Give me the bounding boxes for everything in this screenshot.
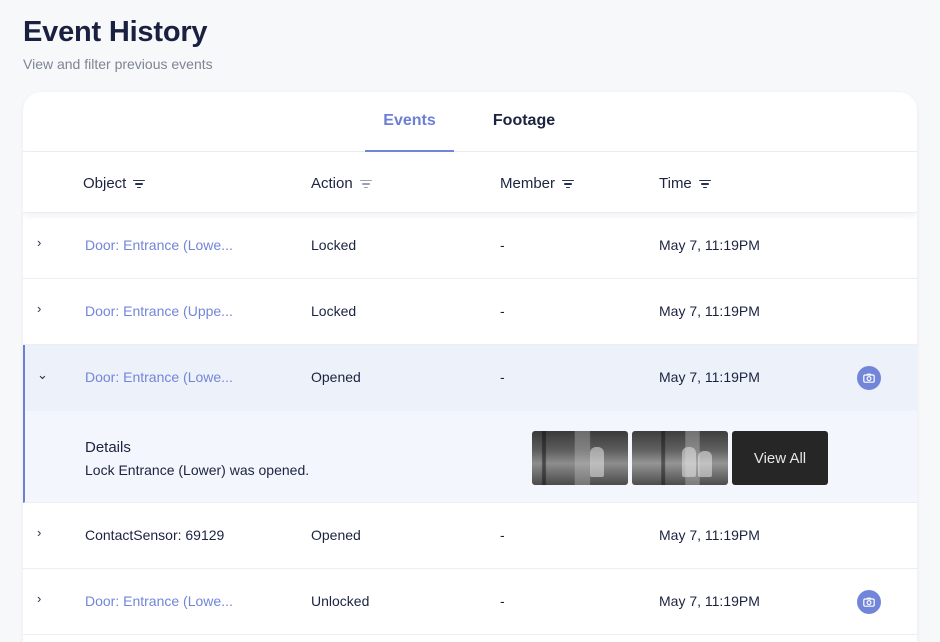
- camera-icon: [863, 373, 875, 383]
- column-label-member: Member: [500, 175, 556, 192]
- row-action: Locked: [311, 303, 357, 319]
- table-row-expanded[interactable]: ⌄ Door: Entrance (Lowe... Opened - May 7…: [23, 345, 917, 411]
- column-header-time[interactable]: Time: [659, 175, 711, 192]
- table-row[interactable]: › Door: Entrance (Lowe... Unlocked - May…: [23, 569, 917, 635]
- view-all-button[interactable]: View All: [732, 431, 828, 485]
- chevron-right-icon[interactable]: ›: [37, 525, 49, 543]
- footage-thumbnail[interactable]: [532, 431, 628, 485]
- row-member: -: [500, 237, 505, 253]
- tab-bar: Events Footage: [23, 92, 917, 152]
- row-action: Opened: [311, 369, 361, 385]
- footage-thumbnail[interactable]: [632, 431, 728, 485]
- row-object-link[interactable]: Door: Entrance (Uppe...: [85, 303, 233, 319]
- column-label-action: Action: [311, 175, 353, 192]
- details-label: Details: [85, 439, 131, 456]
- page-subtitle: View and filter previous events: [23, 56, 213, 72]
- row-member: -: [500, 527, 505, 543]
- table-header: Object Action Member Time: [23, 152, 917, 213]
- row-action: Unlocked: [311, 593, 370, 609]
- row-time: May 7, 11:19PM: [659, 237, 760, 253]
- row-time: May 7, 11:19PM: [659, 593, 760, 609]
- chevron-right-icon[interactable]: ›: [37, 235, 49, 253]
- tab-events[interactable]: Events: [365, 112, 454, 152]
- row-object-link[interactable]: Door: Entrance (Lowe...: [85, 593, 233, 609]
- column-header-action[interactable]: Action: [311, 175, 372, 192]
- column-header-object[interactable]: Object: [83, 175, 146, 192]
- tab-footage[interactable]: Footage: [481, 112, 567, 152]
- chevron-down-icon[interactable]: ⌄: [37, 367, 49, 385]
- row-object-link[interactable]: Door: Entrance (Lowe...: [85, 237, 233, 253]
- filter-icon[interactable]: [562, 179, 575, 189]
- details-text: Lock Entrance (Lower) was opened.: [85, 462, 310, 478]
- chevron-right-icon[interactable]: ›: [37, 591, 49, 609]
- row-time: May 7, 11:19PM: [659, 527, 760, 543]
- column-label-time: Time: [659, 175, 692, 192]
- row-object-link[interactable]: Door: Entrance (Lowe...: [85, 369, 233, 385]
- column-header-member[interactable]: Member: [500, 175, 575, 192]
- camera-icon: [863, 597, 875, 607]
- chevron-right-icon[interactable]: ›: [37, 301, 49, 319]
- table-row[interactable]: › Door: Entrance (Uppe... Locked - May 7…: [23, 279, 917, 345]
- column-label-object: Object: [83, 175, 127, 192]
- row-member: -: [500, 593, 505, 609]
- filter-icon[interactable]: [133, 179, 146, 189]
- table-row[interactable]: › Door: Entrance (Lowe... Locked - May 7…: [23, 213, 917, 279]
- event-details-panel: Details Lock Entrance (Lower) was opened…: [23, 411, 917, 503]
- row-member: -: [500, 303, 505, 319]
- row-member: -: [500, 369, 505, 385]
- row-action: Locked: [311, 237, 357, 253]
- event-history-card: Events Footage Object Action Member Time…: [23, 92, 917, 642]
- row-object: ContactSensor: 69129: [85, 527, 225, 543]
- row-time: May 7, 11:19PM: [659, 303, 760, 319]
- camera-button[interactable]: [857, 366, 881, 390]
- row-time: May 7, 11:19PM: [659, 369, 760, 385]
- page-title: Event History: [23, 16, 208, 48]
- filter-icon[interactable]: [359, 179, 372, 189]
- filter-icon[interactable]: [698, 179, 711, 189]
- table-row[interactable]: › ContactSensor: 69129 Opened - May 7, 1…: [23, 503, 917, 569]
- row-action: Opened: [311, 527, 361, 543]
- camera-button[interactable]: [857, 590, 881, 614]
